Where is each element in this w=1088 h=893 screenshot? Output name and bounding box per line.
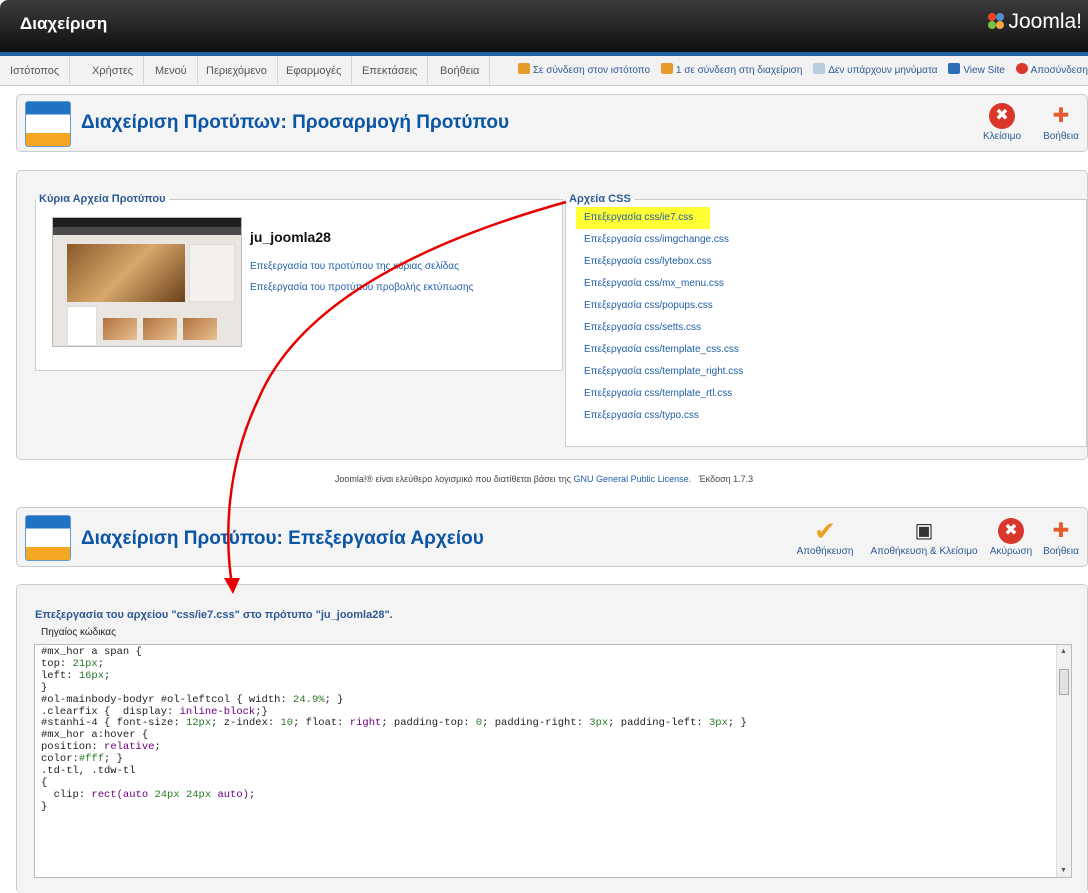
edit-page-title: Διαχείριση Προτύπου: Επεξεργασία Αρχείου xyxy=(81,528,484,549)
edit-print-template-link[interactable]: Επεξεργασία του προτύπου προβολής εκτύπω… xyxy=(250,282,473,293)
css-link-template-css[interactable]: Επεξεργασία css/template_css.css xyxy=(584,344,739,355)
cancel-button[interactable]: ✖ Ακύρωση xyxy=(985,518,1037,557)
menu-site[interactable]: Ιστότοπος xyxy=(0,56,71,86)
cancel-icon: ✖ xyxy=(998,518,1024,544)
main-template-files: Κύρια Αρχεία Προτύπου ju_joomla28 Επεξερ… xyxy=(35,193,563,371)
menu-help[interactable]: Βοήθεια xyxy=(430,56,491,86)
scrollbar-thumb[interactable] xyxy=(1059,669,1069,695)
users-icon xyxy=(517,63,530,74)
template-thumbnail[interactable] xyxy=(52,217,242,347)
status-area: Σε σύνδεση στον ιστότοπο 1 σε σύνδεση στ… xyxy=(510,56,1088,86)
admin-header: Διαχείριση Joomla! xyxy=(0,0,1088,52)
css-link-imgchange[interactable]: Επεξεργασία css/imgchange.css xyxy=(584,234,729,245)
template-name: ju_joomla28 xyxy=(250,229,331,245)
floppy-disk-icon: ▣ xyxy=(914,520,934,542)
save-button[interactable]: ✔ Αποθήκευση xyxy=(791,518,859,557)
css-link-mx-menu[interactable]: Επεξεργασία css/mx_menu.css xyxy=(584,278,724,289)
logo-text: Joomla! xyxy=(1008,10,1082,33)
css-files: Αρχεία CSS Επεξεργασία css/ie7.css Επεξε… xyxy=(565,193,1087,447)
template-manager-icon xyxy=(25,515,71,561)
logout-icon xyxy=(1015,63,1028,74)
editor-scrollbar[interactable]: ▲ ▼ xyxy=(1056,645,1071,877)
joomla-logo-icon xyxy=(988,13,1005,29)
menu-extensions[interactable]: Επεκτάσεις xyxy=(352,56,429,86)
main-menu-bar: Ιστότοπος Χρήστες Μενού Περιεχόμενο Εφαρ… xyxy=(0,56,1088,86)
main-files-legend: Κύρια Αρχεία Προτύπου xyxy=(39,193,166,205)
version-text: Έκδοση 1.7.3 xyxy=(698,474,754,484)
lifebuoy-icon: ✚ xyxy=(1052,520,1070,542)
help-button-2[interactable]: ✚ Βοήθεια xyxy=(1035,518,1087,557)
logout-link[interactable]: Αποσύνδεση xyxy=(1015,63,1088,76)
menu-users[interactable]: Χρήστες xyxy=(82,56,145,86)
joomla-logo[interactable]: Joomla! xyxy=(987,10,1082,34)
customise-toolbar: Διαχείριση Προτύπων: Προσαρμογή Προτύπου… xyxy=(16,94,1088,152)
close-icon: ✖ xyxy=(989,103,1015,129)
monitor-icon xyxy=(948,63,961,74)
css-files-legend: Αρχεία CSS xyxy=(569,193,631,205)
lifebuoy-icon: ✚ xyxy=(1052,105,1070,127)
css-link-setts[interactable]: Επεξεργασία css/setts.css xyxy=(584,322,701,333)
menu-menus[interactable]: Μενού xyxy=(145,56,198,86)
css-link-template-rtl[interactable]: Επεξεργασία css/template_rtl.css xyxy=(584,388,732,399)
source-code-label: Πηγαίος κώδικας xyxy=(41,627,116,638)
css-link-lytebox[interactable]: Επεξεργασία css/lytebox.css xyxy=(584,256,712,267)
help-button[interactable]: ✚ Βοήθεια xyxy=(1035,103,1087,142)
menu-components[interactable]: Εφαρμογές xyxy=(276,56,353,86)
css-link-typo[interactable]: Επεξεργασία css/typo.css xyxy=(584,410,699,421)
scroll-up-icon[interactable]: ▲ xyxy=(1060,648,1067,655)
scroll-down-icon[interactable]: ▼ xyxy=(1060,867,1067,874)
edit-file-toolbar: Διαχείριση Προτύπου: Επεξεργασία Αρχείου… xyxy=(16,507,1088,567)
menu-content[interactable]: Περιεχόμενο xyxy=(196,56,278,86)
footer: Joomla!® είναι ελεύθερο λογισμικό που δι… xyxy=(0,474,1088,484)
edit-main-page-template-link[interactable]: Επεξεργασία του προτύπου της κύριας σελί… xyxy=(250,261,459,272)
online-admin-status[interactable]: 1 σε σύνδεση στη διαχείριση xyxy=(660,63,802,76)
app-title: Διαχείριση xyxy=(20,14,108,33)
users-icon xyxy=(660,63,673,74)
gpl-link[interactable]: GNU General Public License. xyxy=(574,474,692,484)
footer-text: Joomla!® είναι ελεύθερο λογισμικό που δι… xyxy=(334,474,574,484)
css-source-code[interactable]: #mx_hor a span { top: 21px; left: 16px; … xyxy=(41,646,747,814)
messages-status[interactable]: Δεν υπάρχουν μηνύματα xyxy=(813,63,938,76)
page-title: Διαχείριση Προτύπων: Προσαρμογή Προτύπου xyxy=(81,112,510,133)
css-link-template-right[interactable]: Επεξεργασία css/template_right.css xyxy=(584,366,743,377)
css-link-popups[interactable]: Επεξεργασία css/popups.css xyxy=(584,300,713,311)
checkmark-icon: ✔ xyxy=(814,516,836,546)
close-button[interactable]: ✖ Κλείσιμο xyxy=(977,103,1027,142)
css-link-ie7[interactable]: Επεξεργασία css/ie7.css xyxy=(584,212,693,223)
editor-legend: Επεξεργασία του αρχείου "css/ie7.css" στ… xyxy=(35,609,393,621)
mail-icon xyxy=(813,63,826,74)
save-close-button[interactable]: ▣ Αποθήκευση & Κλείσιμο xyxy=(869,518,979,557)
view-site-link[interactable]: View Site xyxy=(948,63,1005,76)
customise-content: Κύρια Αρχεία Προτύπου ju_joomla28 Επεξερ… xyxy=(16,170,1088,460)
source-code-editor[interactable]: #mx_hor a span { top: 21px; left: 16px; … xyxy=(34,644,1072,878)
template-manager-icon xyxy=(25,101,71,147)
online-site-status[interactable]: Σε σύνδεση στον ιστότοπο xyxy=(517,63,650,76)
